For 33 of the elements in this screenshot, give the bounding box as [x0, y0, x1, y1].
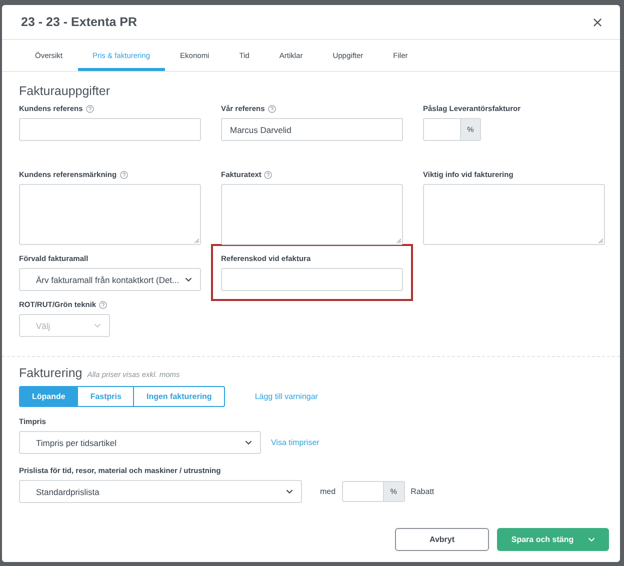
field-text: Rabatt	[410, 487, 434, 496]
text-field[interactable]: Marcus Darvelid	[221, 118, 403, 141]
help-icon[interactable]	[86, 104, 94, 112]
dialog-title: 23 - 23 - Extenta PR	[21, 15, 138, 29]
caret-icon	[245, 440, 252, 445]
caret-icon[interactable]	[588, 537, 595, 542]
discount-field[interactable]	[342, 481, 383, 502]
resize-grip-icon[interactable]	[194, 238, 199, 243]
caret-icon	[286, 489, 293, 494]
dropdown-value: Välj	[36, 320, 50, 330]
text-area[interactable]	[221, 184, 403, 245]
help-icon[interactable]	[120, 170, 128, 178]
close-icon[interactable]	[593, 18, 602, 26]
section-heading: Fakturauppgifter	[19, 84, 112, 98]
dropdown-value: Ärv fakturamall från kontaktkort (Det...	[36, 274, 180, 284]
help-icon[interactable]	[268, 104, 276, 112]
text-field[interactable]	[19, 118, 201, 141]
text-area[interactable]	[423, 184, 605, 245]
resize-grip-icon[interactable]	[598, 238, 603, 243]
text-area[interactable]	[19, 184, 201, 245]
dropdown[interactable]: Standardprislista	[19, 480, 302, 503]
resize-grip-icon[interactable]	[396, 238, 401, 243]
dropdown-value: Timpris per tidsartikel	[36, 438, 116, 448]
dropdown[interactable]: Ärv fakturamall från kontaktkort (Det...	[19, 268, 201, 291]
section-heading: Fakturering	[19, 366, 82, 380]
dropdown[interactable]: Timpris per tidsartikel	[19, 431, 261, 454]
caret-icon	[185, 277, 192, 282]
help-icon[interactable]	[264, 170, 272, 178]
text-field[interactable]	[221, 268, 403, 291]
field-text: med	[320, 487, 336, 496]
cancel-button[interactable]: Avbryt	[395, 528, 489, 551]
dropdown-value: Standardprislista	[36, 486, 100, 496]
caret-icon	[94, 323, 101, 328]
